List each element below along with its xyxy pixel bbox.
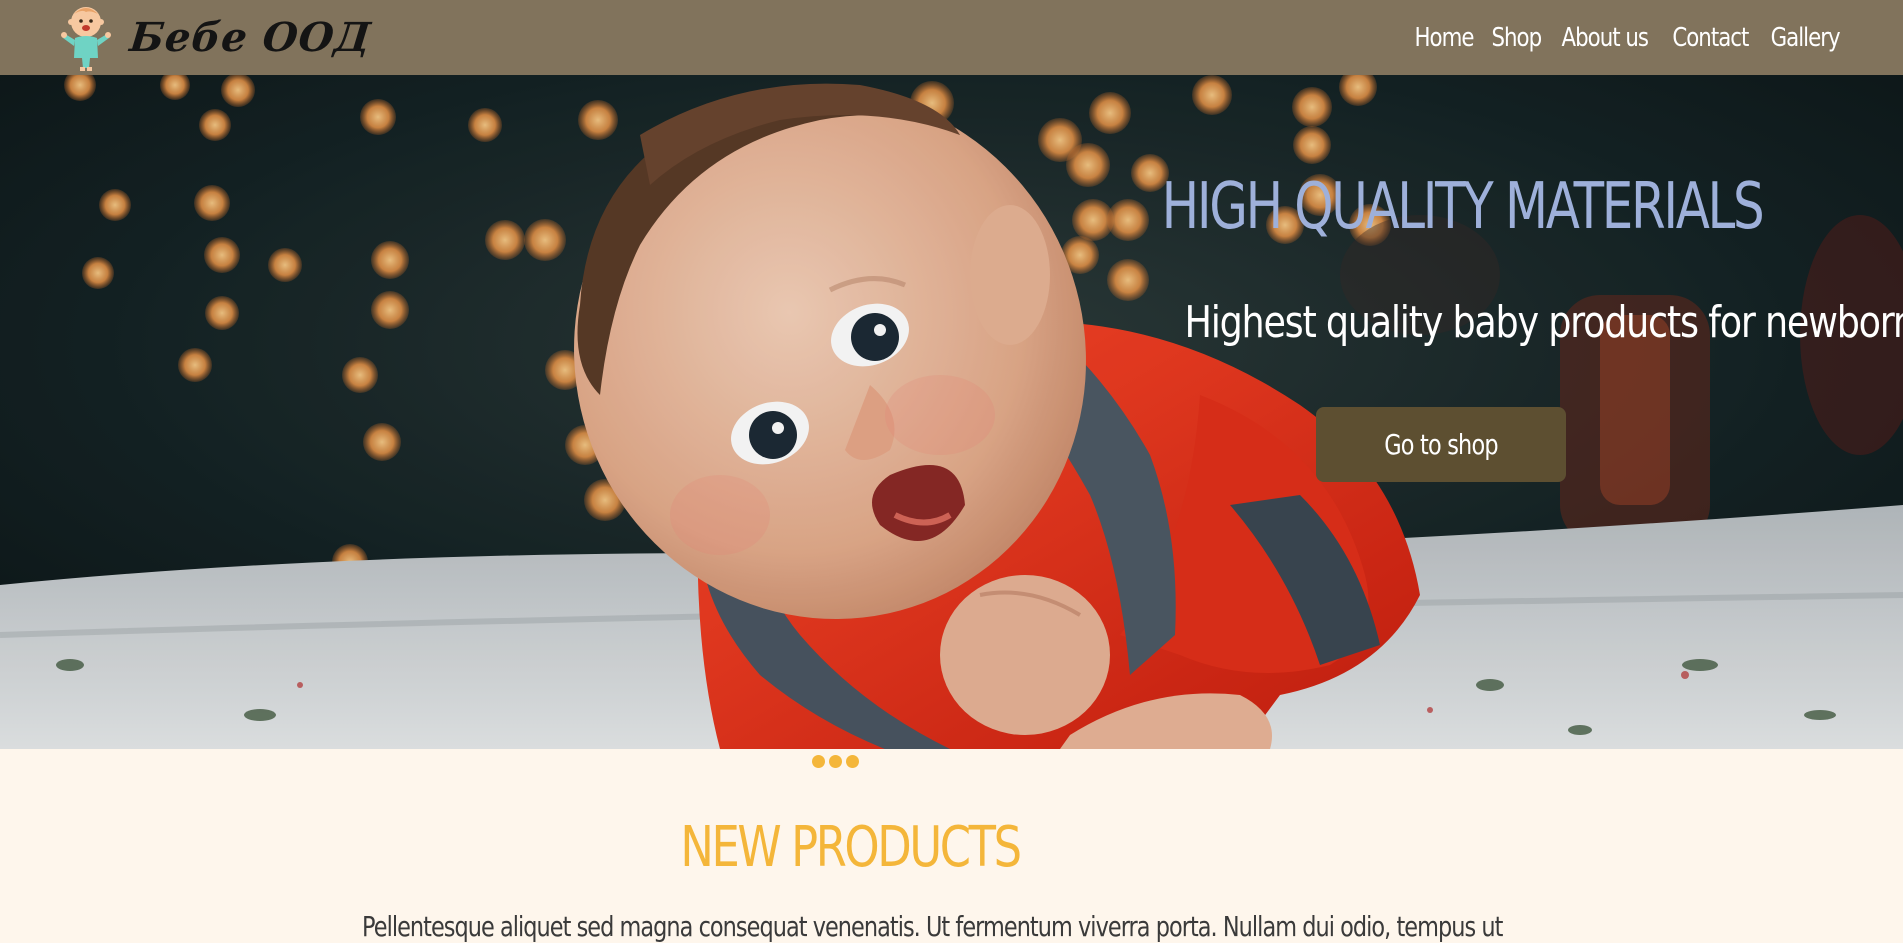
brand-name: Бебе ООД: [127, 14, 374, 61]
nav-shop[interactable]: Shop: [1491, 23, 1542, 53]
hero-title: HIGH QUALITY MATERIALS: [1161, 170, 1765, 244]
nav-home[interactable]: Home: [1414, 23, 1474, 53]
go-to-shop-label: Go to shop: [1384, 428, 1498, 461]
go-to-shop-button[interactable]: Go to shop: [1316, 407, 1566, 482]
nav-contact[interactable]: Contact: [1672, 23, 1749, 53]
carousel-dot-1[interactable]: [812, 755, 825, 768]
new-products-title: NEW PRODUCTS: [680, 815, 1022, 880]
nav-about-us[interactable]: About us: [1562, 23, 1650, 53]
hero-slider: HIGH QUALITY MATERIALS Highest quality b…: [0, 75, 1903, 749]
brand[interactable]: Бебе ООД: [60, 4, 374, 72]
carousel-dot-2[interactable]: [829, 755, 842, 768]
site-header: Бебе ООД Home Shop About us Contact Gall…: [0, 0, 1903, 75]
baby-logo-icon: [60, 4, 112, 72]
hero-subtitle: Highest quality baby products for newbor…: [1184, 297, 1903, 348]
new-products-text: Pellentesque aliquet sed magna consequat…: [362, 910, 1503, 943]
main-nav: Home Shop About us Contact Gallery: [1414, 23, 1841, 53]
carousel-dots: [812, 755, 859, 768]
nav-gallery[interactable]: Gallery: [1770, 23, 1840, 53]
carousel-dot-3[interactable]: [846, 755, 859, 768]
